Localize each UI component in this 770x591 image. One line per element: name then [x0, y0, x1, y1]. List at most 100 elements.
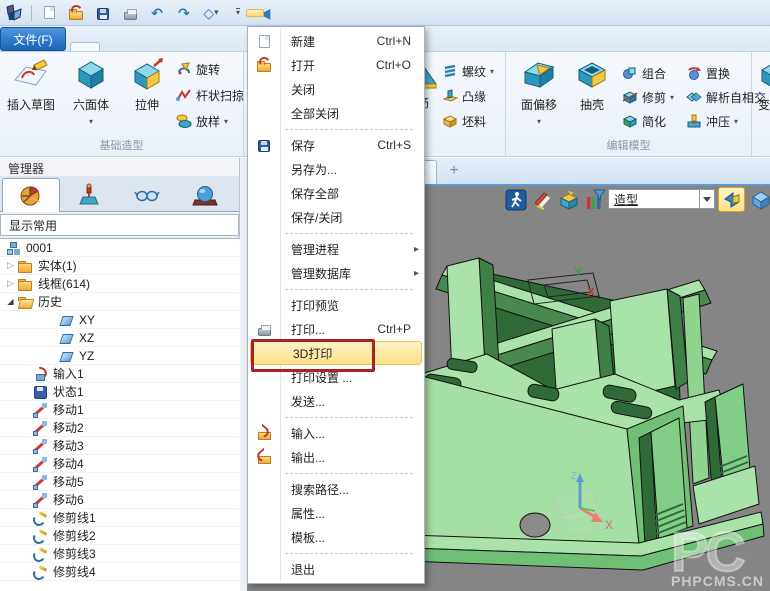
menubar-item[interactable]	[393, 9, 411, 17]
tree-item[interactable]: 移动2	[0, 419, 240, 437]
file-menu-item[interactable]: 另存为...	[249, 157, 423, 181]
file-menu-item[interactable]: 打开 Ctrl+O	[249, 53, 423, 77]
tab-history-manager[interactable]	[2, 178, 60, 212]
tree-item[interactable]: 状态1	[0, 383, 240, 401]
file-menu-item[interactable]: 关闭	[249, 77, 423, 101]
mode-combobox[interactable]: 造型	[608, 189, 700, 209]
file-menu-item[interactable]: 发送...	[249, 389, 423, 413]
file-menu-item[interactable]: 保存全部	[249, 181, 423, 205]
tree-item[interactable]: 修剪线3	[0, 545, 240, 563]
insert-sketch-button[interactable]: 插入草图	[2, 56, 60, 113]
redo-button[interactable]: ↷	[174, 3, 194, 23]
filter-bar[interactable]: 显示常用	[0, 214, 239, 236]
file-tab-button[interactable]: 文件(F)	[0, 27, 66, 51]
simplify-button[interactable]: 简化	[622, 110, 666, 132]
customize-toolbar-button[interactable]: ▾	[228, 3, 248, 23]
tab-assembly-manager[interactable]	[60, 177, 118, 211]
tree-item[interactable]: XY	[0, 311, 240, 329]
file-menu-item[interactable]: 输入...	[249, 421, 423, 445]
box-button[interactable]: 六面体 ▾	[62, 56, 120, 127]
menubar-item[interactable]	[351, 9, 369, 17]
menubar-item[interactable]	[372, 9, 390, 17]
file-menu-item[interactable]	[249, 413, 423, 421]
tree-item[interactable]: ▷ 实体(1)	[0, 257, 240, 275]
blank-button[interactable]: 坯料	[442, 110, 486, 132]
file-menu-item[interactable]	[249, 549, 423, 557]
file-menu-item[interactable]: 全部关闭	[249, 101, 423, 125]
replace-button[interactable]: 置换	[686, 62, 730, 84]
tree-expander-icon[interactable]: ◢	[4, 297, 17, 306]
menubar-item[interactable]	[330, 9, 348, 17]
tree-expander-icon[interactable]: ▷	[4, 260, 17, 271]
file-menu-item[interactable]: 模板...	[249, 525, 423, 549]
menubar-item[interactable]	[267, 9, 285, 17]
tree-item[interactable]: 移动3	[0, 437, 240, 455]
combo-dropdown-button[interactable]	[700, 189, 715, 209]
menubar-item[interactable]	[309, 9, 327, 17]
tree-item[interactable]: 移动4	[0, 455, 240, 473]
file-menu-item[interactable]: 属性...	[249, 501, 423, 525]
file-menu-item[interactable]: 管理进程	[249, 237, 423, 261]
ribbon-tab[interactable]	[70, 42, 100, 51]
tree-item[interactable]: 修剪线4	[0, 563, 240, 581]
undo-button[interactable]: ↶	[147, 3, 167, 23]
revolve-button[interactable]: 旋转	[176, 58, 220, 80]
tree-item[interactable]: YZ	[0, 347, 240, 365]
menubar-item[interactable]	[435, 9, 453, 17]
tree-item[interactable]: XZ	[0, 329, 240, 347]
file-menu-item[interactable]: 打印预览	[249, 293, 423, 317]
menubar-item[interactable]	[288, 9, 306, 17]
tree-item[interactable]: 输入1	[0, 365, 240, 383]
ribbon-tab[interactable]	[130, 42, 160, 51]
flange-button[interactable]: 凸缘	[442, 85, 486, 107]
active-mode-button[interactable]	[718, 187, 745, 212]
menubar-item[interactable]	[414, 9, 432, 17]
loft-button[interactable]: 放样 ▾	[176, 110, 228, 132]
tree-item[interactable]: 0001	[0, 239, 240, 257]
filter-button[interactable]	[584, 189, 606, 211]
file-menu-item[interactable]: 3D打印	[250, 341, 422, 365]
file-menu-item[interactable]	[249, 469, 423, 477]
view-mode-button[interactable]: ◇▾	[201, 3, 221, 23]
face-offset-button[interactable]: 面偏移 ▾	[510, 56, 568, 127]
extrude-button[interactable]: 拉伸	[118, 56, 176, 113]
tree-item[interactable]: 修剪线2	[0, 527, 240, 545]
file-menu-item[interactable]	[249, 285, 423, 293]
tree-item[interactable]: ▷ 线框(614)	[0, 275, 240, 293]
view-cube-button[interactable]	[750, 189, 770, 211]
file-menu-item[interactable]: 搜索路径...	[249, 477, 423, 501]
layer-box-button[interactable]	[558, 189, 580, 211]
menubar-item[interactable]	[246, 9, 264, 17]
file-menu-item[interactable]: 打印... Ctrl+P	[249, 317, 423, 341]
trim-button[interactable]: 修剪 ▾	[622, 86, 674, 108]
punch-button[interactable]: 冲压 ▾	[686, 110, 738, 132]
eraser-button[interactable]	[532, 189, 554, 211]
tab-render-manager[interactable]	[176, 177, 234, 211]
combine-button[interactable]: 组合	[622, 62, 666, 84]
tab-visibility-manager[interactable]	[118, 177, 176, 211]
rod-sweep-button[interactable]: 杆状扫掠 ▾	[176, 84, 252, 106]
print-button[interactable]	[120, 3, 140, 23]
file-menu-item[interactable]: 退出	[249, 557, 423, 581]
ribbon-tab[interactable]	[100, 42, 130, 51]
tree-item[interactable]: 修剪线1	[0, 509, 240, 527]
new-tab-button[interactable]: +	[445, 162, 463, 180]
partial-button[interactable]: 变	[758, 56, 770, 113]
tree-expander-icon[interactable]: ▷	[4, 278, 17, 289]
file-menu-item[interactable]: 保存 Ctrl+S	[249, 133, 423, 157]
file-menu-item[interactable]	[249, 125, 423, 133]
tree-item[interactable]: 移动5	[0, 473, 240, 491]
open-button[interactable]	[66, 3, 86, 23]
thread-button[interactable]: 螺纹 ▾	[442, 60, 494, 82]
tree-item[interactable]: 移动1	[0, 401, 240, 419]
file-menu-item[interactable]: 输出...	[249, 445, 423, 469]
shell-button[interactable]: 抽壳	[568, 56, 616, 113]
save-button[interactable]	[93, 3, 113, 23]
ribbon-tab[interactable]	[426, 42, 456, 51]
file-menu-item[interactable]: 新建 Ctrl+N	[249, 29, 423, 53]
file-menu-item[interactable]	[249, 229, 423, 237]
walk-mode-button[interactable]	[505, 189, 527, 211]
file-menu-item[interactable]: 保存/关闭	[249, 205, 423, 229]
new-document-button[interactable]	[39, 3, 59, 23]
file-menu-item[interactable]: 管理数据库	[249, 261, 423, 285]
